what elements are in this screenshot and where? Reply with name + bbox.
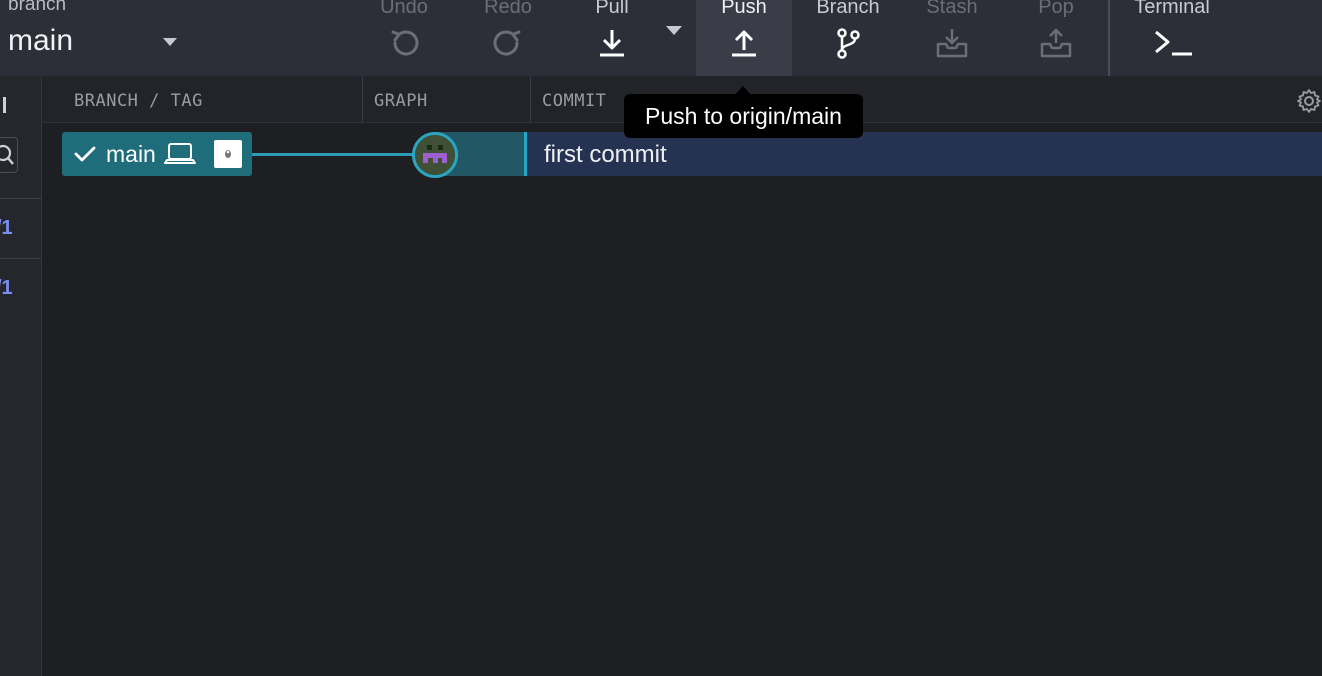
stash-tray-icon [934,25,970,61]
toolbar-divider [1108,0,1110,76]
download-arrow-icon [594,25,630,61]
chevron-down-icon[interactable] [163,38,177,46]
undo-icon [386,25,422,61]
pop-label: Pop [1038,0,1074,18]
graph-connector-line [252,153,414,156]
terminal-button[interactable]: Terminal [1122,0,1222,76]
branch-button[interactable]: Branch [808,0,888,76]
terminal-label: Terminal [1134,0,1210,18]
remote-avatar-icon [214,140,242,168]
laptop-icon [163,143,196,164]
stash-button[interactable]: Stash [914,0,990,76]
pull-label: Pull [595,0,629,18]
column-resize-handle[interactable] [362,76,363,122]
git-branch-icon [830,25,866,61]
push-tooltip: Push to origin/main [624,94,863,138]
stash-label: Stash [926,0,978,18]
redo-label: Redo [484,0,532,18]
column-branch-tag[interactable]: BRANCH / TAG [74,91,203,111]
sidebar-count: /1 [0,217,13,239]
pop-tray-icon [1038,25,1074,61]
commit-row-selected[interactable]: first commit [524,132,1322,176]
column-commit[interactable]: COMMIT [542,91,606,111]
sidebar-search-button[interactable] [0,137,18,173]
search-icon [0,144,14,165]
branch-button-label: Branch [816,0,880,18]
gear-icon[interactable] [1296,88,1322,114]
pull-button[interactable]: Pull [578,0,646,76]
sidebar-count: /1 [0,277,13,299]
branch-selector[interactable]: main [8,24,73,58]
branch-label: branch [8,0,67,15]
branch-tag-label: main [106,140,156,167]
undo-button[interactable]: Undo [370,0,438,76]
undo-label: Undo [380,0,428,18]
toolbar: branch main Undo Redo Pull Push Branch S… [0,0,1322,76]
checkmark-icon [74,146,96,162]
terminal-icon [1147,25,1197,61]
pull-options-caret-icon[interactable] [666,26,682,35]
column-graph[interactable]: GRAPH [374,91,428,111]
column-resize-handle[interactable] [530,76,531,122]
commit-message: first commit [544,141,667,168]
commit-author-avatar[interactable] [412,132,458,178]
sidebar-divider [0,198,41,199]
push-label: Push [721,0,767,18]
sidebar-divider [0,258,41,259]
branch-tag-main[interactable]: main [62,132,252,176]
sidebar-indicator [3,97,6,113]
push-button[interactable]: Push [696,0,792,76]
redo-icon [490,25,526,61]
left-sidebar: /1 /1 [0,76,42,676]
pop-button[interactable]: Pop [1020,0,1092,76]
tooltip-text: Push to origin/main [645,102,842,129]
upload-arrow-icon [726,25,762,61]
redo-button[interactable]: Redo [474,0,542,76]
